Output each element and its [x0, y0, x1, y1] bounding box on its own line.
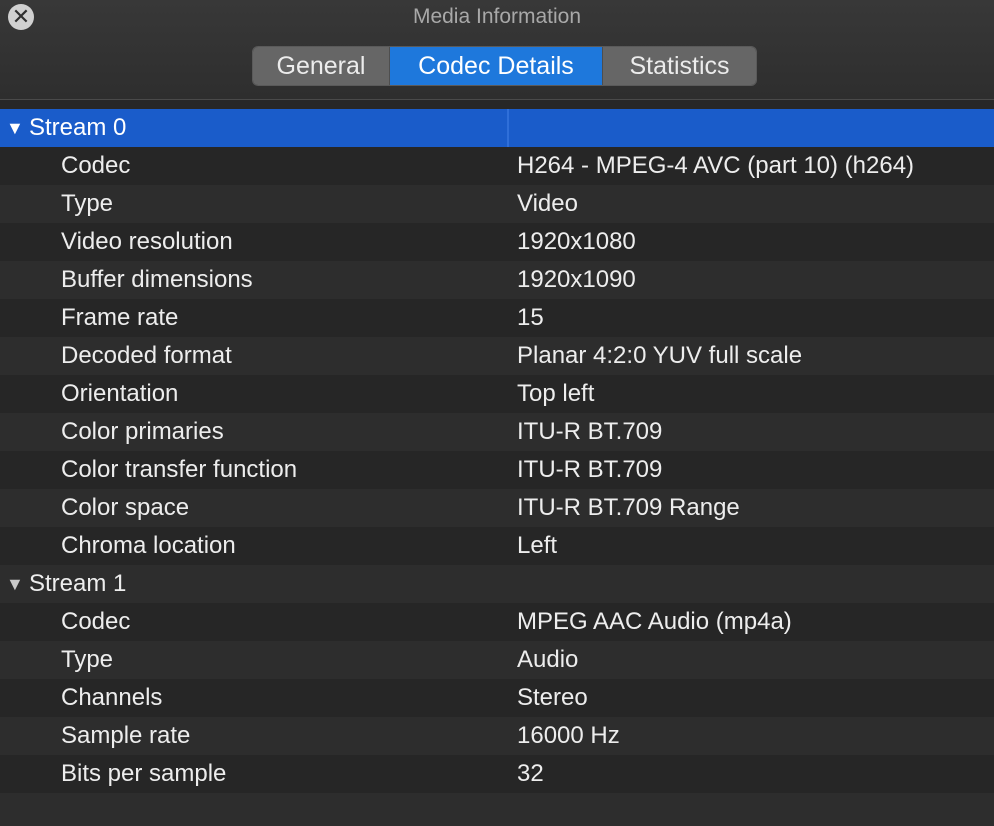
window-title: Media Information — [412, 5, 582, 28]
property-row[interactable]: Codec H264 - MPEG-4 AVC (part 10) (h264) — [0, 147, 994, 185]
property-value: H264 - MPEG-4 AVC (part 10) (h264) — [517, 152, 915, 179]
property-key: Video resolution — [61, 228, 233, 255]
tab-general[interactable]: General — [253, 47, 389, 85]
property-row[interactable]: Channels Stereo — [0, 679, 994, 717]
property-row[interactable]: Color transfer function ITU-R BT.709 — [0, 451, 994, 489]
tab-statistics[interactable]: Statistics — [602, 47, 756, 85]
title-bar: ✕ Media Information General Codec Detail… — [0, 0, 994, 100]
property-key: Chroma location — [61, 532, 236, 559]
tab-codec-details[interactable]: Codec Details — [389, 47, 602, 85]
property-value: Left — [517, 532, 558, 559]
empty-row — [0, 793, 994, 826]
property-value: ITU-R BT.709 — [517, 418, 663, 445]
property-row[interactable]: Type Audio — [0, 641, 994, 679]
property-value: 1920x1080 — [517, 228, 636, 255]
property-key: Orientation — [61, 380, 179, 407]
stream-label: Stream 0 — [29, 114, 127, 141]
property-row[interactable]: Decoded format Planar 4:2:0 YUV full scal… — [0, 337, 994, 375]
property-key: Color primaries — [61, 418, 224, 445]
property-row[interactable]: Buffer dimensions 1920x1090 — [0, 261, 994, 299]
stream-row[interactable]: ▼ Stream 0 — [0, 109, 994, 147]
property-value: ITU-R BT.709 Range — [517, 494, 740, 521]
property-key: Codec — [61, 608, 131, 635]
tab-bar: General Codec Details Statistics — [252, 46, 757, 86]
disclosure-triangle-icon[interactable]: ▼ — [6, 109, 24, 147]
property-value: ITU-R BT.709 — [517, 456, 663, 483]
property-row[interactable]: Sample rate 16000 Hz — [0, 717, 994, 755]
property-key: Color transfer function — [61, 456, 298, 483]
property-value: Video — [517, 190, 578, 217]
property-value: 1920x1090 — [517, 266, 636, 293]
codec-details-list: ▼ Stream 0 Codec H264 - MPEG-4 AVC (part 10… — [0, 100, 994, 826]
property-key: Sample rate — [61, 722, 191, 749]
property-value: 32 — [517, 760, 544, 787]
property-value: 15 — [517, 304, 544, 331]
property-value: Audio — [517, 646, 579, 673]
property-key: Channels — [61, 684, 163, 711]
property-key: Type — [61, 190, 114, 217]
property-value: 16000 Hz — [517, 722, 620, 749]
property-key: Decoded format — [61, 342, 232, 369]
property-key: Frame rate — [61, 304, 179, 331]
property-row[interactable]: Frame rate 15 — [0, 299, 994, 337]
property-key: Buffer dimensions — [61, 266, 253, 293]
property-key: Codec — [61, 152, 131, 179]
stream-label: Stream 1 — [29, 570, 127, 597]
column-separator[interactable] — [507, 109, 509, 147]
property-row[interactable]: Bits per sample 32 — [0, 755, 994, 793]
property-key: Type — [61, 646, 114, 673]
property-value: Planar 4:2:0 YUV full scale — [517, 342, 803, 369]
property-row[interactable]: Color space ITU-R BT.709 Range — [0, 489, 994, 527]
property-row[interactable]: Chroma location Left — [0, 527, 994, 565]
disclosure-triangle-icon[interactable]: ▼ — [6, 565, 24, 603]
property-value: Stereo — [517, 684, 588, 711]
property-value: MPEG AAC Audio (mp4a) — [517, 608, 792, 635]
property-row[interactable]: Codec MPEG AAC Audio (mp4a) — [0, 603, 994, 641]
stream-row[interactable]: ▼ Stream 1 — [0, 565, 994, 603]
property-key: Color space — [61, 494, 190, 521]
property-row[interactable]: Color primaries ITU-R BT.709 — [0, 413, 994, 451]
property-row[interactable]: Video resolution 1920x1080 — [0, 223, 994, 261]
property-key: Bits per sample — [61, 760, 227, 787]
property-row[interactable]: Orientation Top left — [0, 375, 994, 413]
property-value: Top left — [517, 380, 595, 407]
media-information-window: ✕ Media Information General Codec Detail… — [0, 0, 994, 826]
property-row[interactable]: Type Video — [0, 185, 994, 223]
